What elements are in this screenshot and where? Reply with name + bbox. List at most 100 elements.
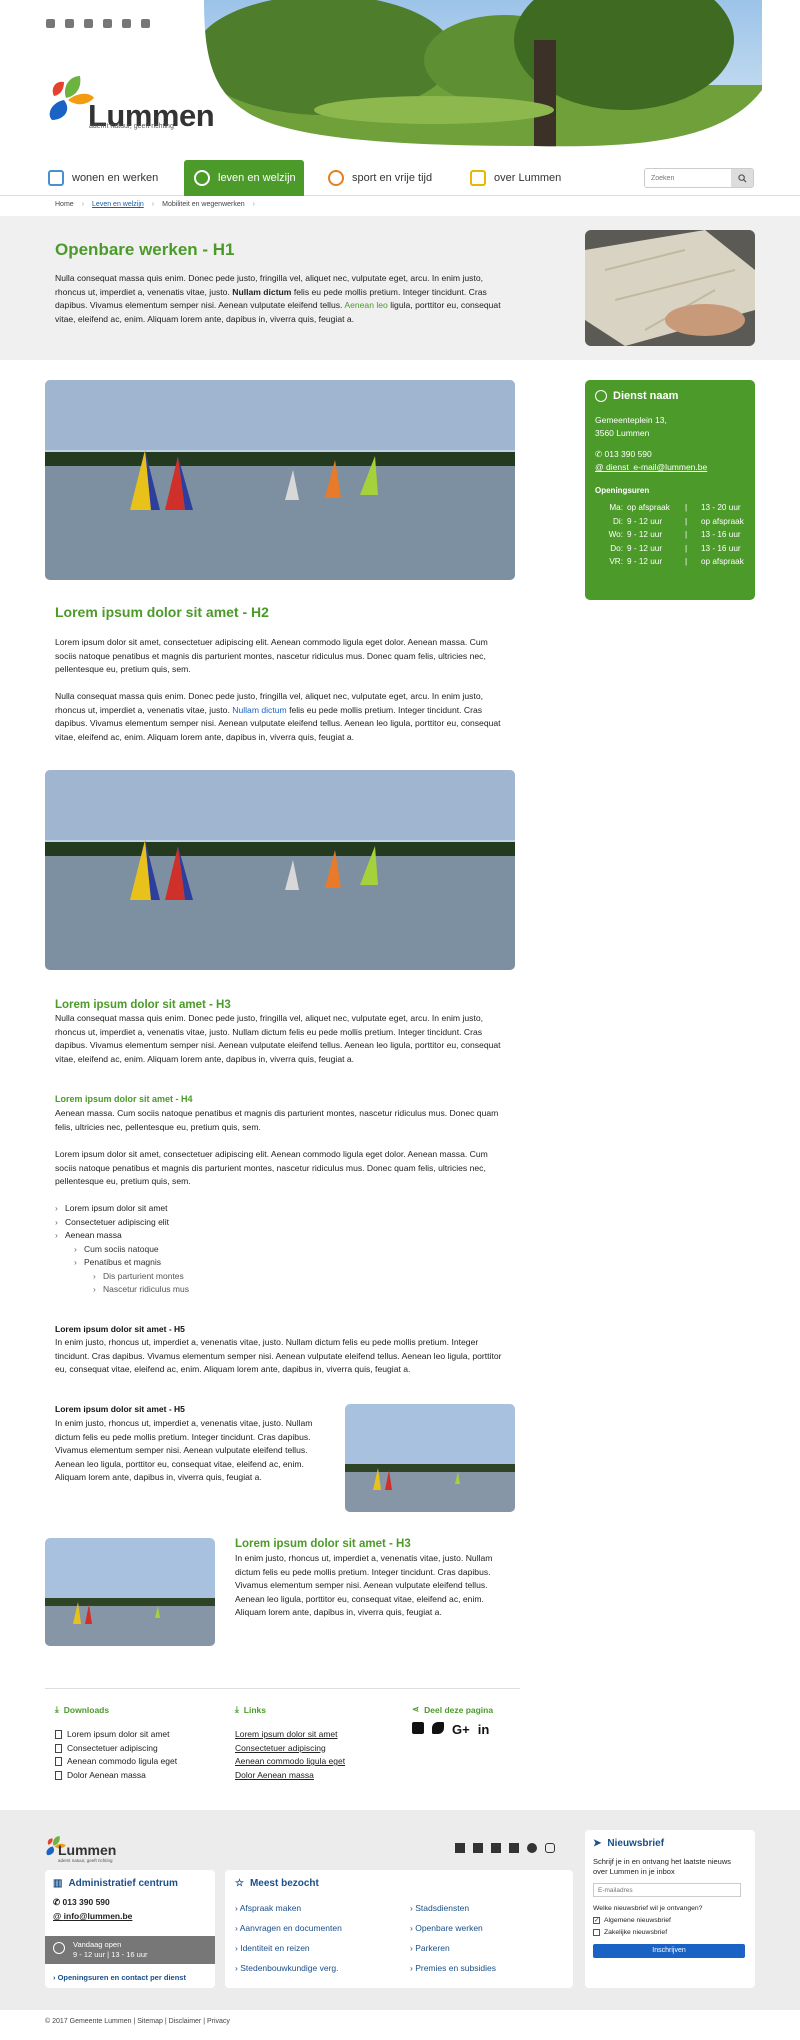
newsletter-email-input[interactable] [593,1883,741,1897]
youtube-icon[interactable] [84,19,93,28]
visited-col-1: Afspraak makenAanvragen en documentenIde… [235,1898,342,1978]
twitter-icon[interactable] [473,1843,483,1853]
logo[interactable]: Lummen ademt natuur, geeft richting [44,62,215,134]
visited-link[interactable]: Stadsdiensten [410,1898,496,1918]
service-title-text: Dienst naam [613,390,679,402]
link-item[interactable]: Consectetuer adipiscing [235,1742,345,1756]
service-card: Dienst naam Gemeenteplein 13, 3560 Lumme… [585,380,755,600]
search-input[interactable] [645,169,731,187]
whatsapp-icon[interactable] [122,19,131,28]
links-heading: ⤓ Links [235,1704,266,1715]
hours-cell: Do: [610,543,623,553]
visited-link[interactable]: Openbare werken [410,1918,496,1938]
bullet-list: Lorem ipsum dolor sit ametConsectetuer a… [55,1202,189,1297]
breadcrumb-leven[interactable]: Leven en welzijn [92,201,144,208]
downloads-title: Downloads [63,1704,110,1715]
footer-logo[interactable]: Lummen ademt natuur, geeft richting [44,1830,116,1863]
download-label: Lorem ipsum dolor sit amet [67,1729,170,1739]
paragraph: Nulla consequat massa quis enim. Donec p… [55,1013,501,1064]
download-item[interactable]: Aenean commodo ligula eget [55,1755,177,1769]
link-item[interactable]: Lorem ipsum dolor sit amet [235,1728,345,1742]
breadcrumb-mobiliteit[interactable]: Mobiliteit en wegenwerken [162,201,245,208]
nav-item-over[interactable]: over Lummen [470,160,580,196]
intro-bold: Nullam dictum [232,286,292,297]
lake-photo-small [45,1538,215,1646]
facebook-icon[interactable] [46,19,55,28]
hours-table: Ma: op afspraak | 13 - 20 uur Di: 9 - 12 uur |… [595,501,745,569]
visited-link[interactable]: Parkeren [410,1938,496,1958]
newsletter-option-1[interactable]: ✓ Algemene nieuwsbrief [593,1917,747,1924]
hours-cell: 9 - 12 uur [627,516,663,526]
hours-cell: | [685,516,688,526]
visited-link[interactable]: Stedenbouwkundige verg. [235,1958,342,1978]
facebook-icon[interactable] [455,1843,465,1853]
download-icon: ⤓ [55,1704,59,1714]
hours-cell: 9 - 12 uur [627,530,663,539]
subscribe-button[interactable]: Inschrijven [593,1944,745,1958]
whatsapp-icon[interactable] [527,1843,537,1853]
download-label: Dolor Aenean massa [67,1769,146,1780]
contact-link[interactable]: › Openingsuren en contact per dienst [53,1973,186,1982]
service-phone-text: 013 390 590 [604,449,652,459]
link-item[interactable]: Dolor Aenean massa [235,1769,345,1783]
downloads-list: Lorem ipsum dolor sit amet Consectetuer a… [55,1728,177,1782]
share-icon: ⋖ [412,1704,420,1714]
at-icon: @ [595,462,606,472]
list-item: Consectetuer adipiscing elit [55,1216,189,1230]
links-list: Lorem ipsum dolor sit amet Consectetuer a… [235,1728,345,1782]
google-plus-icon[interactable]: G+ [452,1722,470,1737]
youtube-icon[interactable] [491,1843,501,1853]
newsletter-question: Welke nieuwsbrief wil je ontvangen? [593,1905,703,1912]
facebook-icon[interactable] [412,1722,424,1734]
linkedin-icon[interactable] [509,1843,519,1853]
building-icon [48,170,64,186]
footer-logo-text: Lummen [58,1842,117,1858]
linkedin-icon[interactable] [103,19,112,28]
list-item: Lorem ipsum dolor sit amet [55,1202,189,1216]
file-icon [55,1743,62,1753]
footer-phone[interactable]: ✆ 013 390 590 [53,1897,207,1908]
instagram-icon[interactable] [545,1843,555,1853]
visited-link[interactable]: Aanvragen en documenten [235,1918,342,1938]
checkbox-checked[interactable]: ✓ [593,1917,600,1924]
visited-link[interactable]: Premies en subsidies [410,1958,496,1978]
nav-item-wonen[interactable]: wonen en werken [48,160,168,196]
footer-logo-tagline: ademt natuur, geeft richting [58,1858,113,1863]
search-icon [737,173,747,183]
newsletter-option-2[interactable]: Zakelijke nieuwsbrief [593,1929,747,1936]
linkedin-icon[interactable]: in [478,1722,490,1737]
open-hours: 9 - 12 uur | 13 - 16 uur [73,1950,148,1959]
visited-link[interactable]: Identiteit en reizen [235,1938,342,1958]
breadcrumb-home[interactable]: Home [55,201,74,208]
instagram-icon[interactable] [141,19,150,28]
intro-link[interactable]: Aenean leo [344,300,388,310]
link-item[interactable]: Aenean commodo ligula eget [235,1755,345,1769]
service-phone[interactable]: ✆ 013 390 590 [595,448,745,461]
nav-item-sport[interactable]: sport en vrije tijd [328,160,458,196]
hours-cell: 9 - 12 uur [627,557,663,566]
admin-title-text: Administratief centrum [68,1878,178,1889]
download-label: Consectetuer adipiscing [67,1742,158,1753]
option-label: Algemene nieuwsbrief [604,1917,671,1924]
download-item[interactable]: Dolor Aenean massa [55,1769,177,1783]
download-item[interactable]: Consectetuer adipiscing [55,1742,177,1756]
visited-link[interactable]: Afspraak maken [235,1898,342,1918]
hours-cell: VR: [609,557,623,566]
checkbox[interactable] [593,1929,600,1936]
visited-col-2: StadsdienstenOpenbare werkenParkerenPrem… [410,1898,496,1978]
search-button[interactable] [731,169,753,187]
inline-link[interactable]: Nullam dictum [232,705,286,715]
send-icon: ➤ [593,1838,602,1849]
breadcrumb: Home › Leven en welzijn › Mobiliteit en … [55,201,255,208]
hours-cell: 13 - 20 uur [701,503,741,512]
hours-cell: Wo: [608,530,623,539]
footer-email[interactable]: @ info@lummen.be [53,1911,207,1921]
nav-item-leven[interactable]: leven en welzijn [184,160,304,196]
download-item[interactable]: Lorem ipsum dolor sit amet [55,1728,177,1742]
service-title: Dienst naam [595,390,745,402]
service-email[interactable]: @ dienst_e-mail@lummen.be [595,461,745,474]
twitter-icon[interactable] [65,19,74,28]
heading-h4: Lorem ipsum dolor sit amet - H4 [55,1094,193,1104]
twitter-icon[interactable] [432,1722,444,1734]
hours-cell: op afspraak [701,557,744,566]
